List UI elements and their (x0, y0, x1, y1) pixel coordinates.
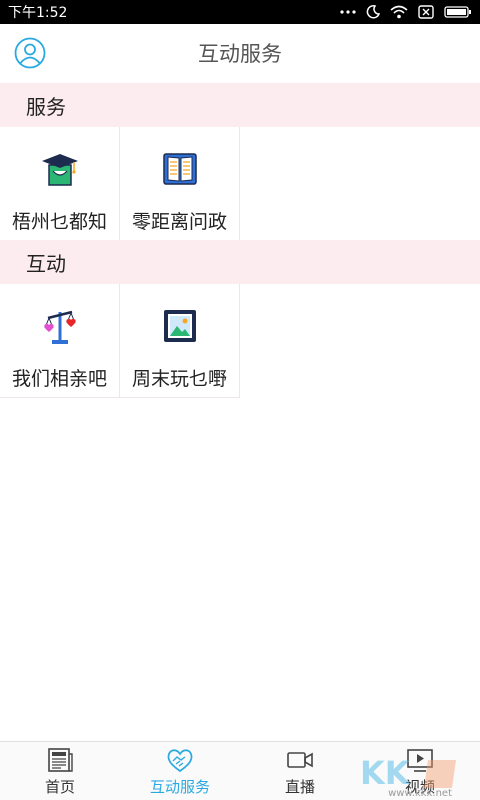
status-icons (340, 5, 472, 19)
page-title: 互动服务 (198, 42, 282, 66)
balance-hearts-icon (43, 310, 76, 344)
heart-handshake-icon (167, 749, 193, 773)
grid-item-label: 周末玩乜嘢 (131, 368, 227, 390)
newspaper-icon (48, 748, 73, 772)
landscape-picture-icon (163, 310, 196, 342)
tab-label: 首页 (44, 778, 75, 796)
user-avatar-icon[interactable] (14, 37, 46, 69)
interaction-grid: 我们相亲吧 周末玩乜嘢 (0, 284, 480, 398)
video-camera-icon (287, 752, 313, 768)
more-dots-icon (340, 10, 356, 14)
tab-interaction-service[interactable]: 互动服务 (120, 742, 240, 800)
section-header-service: 服务 (0, 83, 480, 127)
wifi-icon (390, 5, 408, 19)
section-title: 服务 (26, 94, 66, 119)
no-sim-icon (418, 5, 434, 19)
tab-label: 直播 (284, 778, 315, 796)
service-grid: 梧州乜都知 零距离问政 (0, 127, 480, 241)
grid-item-wuzhou-knowall[interactable]: 梧州乜都知 (0, 127, 120, 241)
grid-item-blind-date[interactable]: 我们相亲吧 (0, 284, 120, 398)
battery-icon (444, 6, 471, 18)
watermark-text: www.kkx.net (388, 788, 452, 799)
tab-label: 互动服务 (149, 778, 210, 796)
grid-item-label: 零距离问政 (131, 211, 227, 233)
status-bar: 下午1:52 (0, 0, 480, 24)
grid-item-label: 梧州乜都知 (11, 211, 107, 233)
moon-icon (366, 5, 380, 19)
tab-home[interactable]: 首页 (0, 742, 120, 800)
grid-item-weekend-fun[interactable]: 周末玩乜嘢 (120, 284, 240, 398)
graduation-cap-icon (41, 154, 78, 186)
status-time: 下午1:52 (8, 5, 68, 21)
grid-item-zero-distance-politics[interactable]: 零距离问政 (120, 127, 240, 241)
grid-item-label: 我们相亲吧 (11, 368, 107, 390)
section-title: 互动 (26, 251, 66, 276)
tab-live[interactable]: 直播 (240, 742, 360, 800)
section-header-interaction: 互动 (0, 240, 480, 284)
svg-text:KK: KK (360, 754, 411, 792)
app-header: 互动服务 (0, 24, 480, 82)
open-book-icon (162, 153, 197, 185)
